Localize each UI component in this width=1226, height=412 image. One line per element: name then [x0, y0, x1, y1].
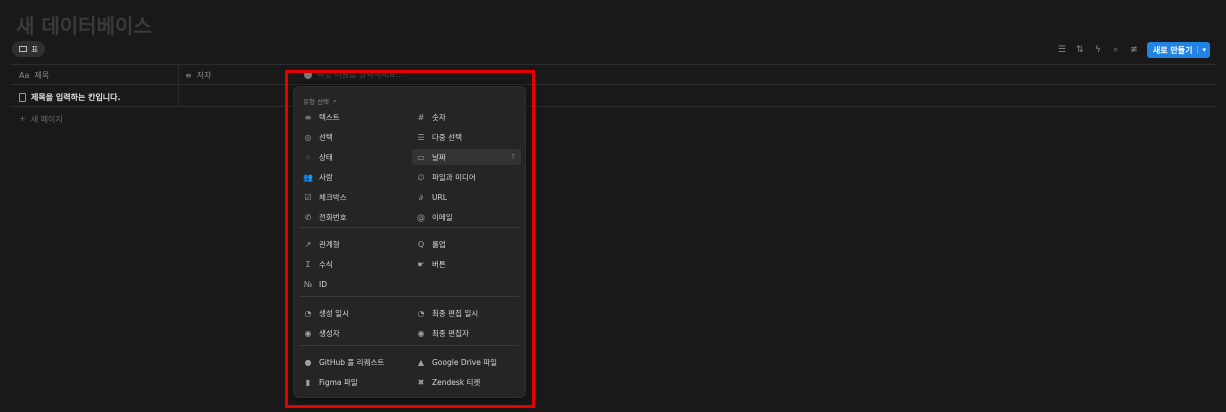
header-divider	[10, 64, 1216, 65]
database-toolbar: ☰ ⇅ ϟ ⌕ ≢ 새로 만들기 ▾	[1057, 42, 1210, 58]
column-divider	[178, 65, 179, 105]
page-icon	[19, 93, 26, 102]
search-icon[interactable]: ⌕	[1111, 45, 1121, 55]
column-header-author[interactable]: ≡ 저자	[185, 70, 211, 81]
chevron-down-icon[interactable]: ▾	[1197, 46, 1210, 54]
plus-icon: +	[19, 114, 26, 123]
column-header-label: 제목	[34, 71, 50, 80]
sort-icon[interactable]: ⇅	[1075, 45, 1085, 55]
column-header-label: 저자	[196, 71, 212, 80]
row-divider	[10, 106, 1216, 107]
text-icon: ≡	[185, 71, 192, 80]
row-title: 제목을 입력하는 칸입니다.	[31, 93, 121, 102]
row-divider	[10, 84, 1216, 85]
view-tab-label: 표	[31, 44, 39, 54]
automation-icon[interactable]: ϟ	[1093, 45, 1103, 55]
table-icon	[19, 46, 27, 52]
highlight-box	[285, 70, 535, 408]
text-type-icon: Aa	[19, 71, 30, 80]
settings-icon[interactable]: ≢	[1129, 45, 1139, 55]
column-header-title[interactable]: Aa 제목	[19, 70, 49, 81]
new-button-label: 새로 만들기	[1152, 45, 1193, 55]
view-tab-table[interactable]: 표	[12, 41, 46, 57]
new-page-button[interactable]: + 새 페이지	[19, 114, 63, 125]
filter-icon[interactable]: ☰	[1057, 45, 1067, 55]
table-row[interactable]: 제목을 입력하는 칸입니다.	[19, 92, 121, 103]
page-title: 새 데이터베이스	[16, 14, 152, 38]
new-page-label: 새 페이지	[30, 115, 63, 124]
new-button[interactable]: 새로 만들기 ▾	[1146, 42, 1210, 58]
